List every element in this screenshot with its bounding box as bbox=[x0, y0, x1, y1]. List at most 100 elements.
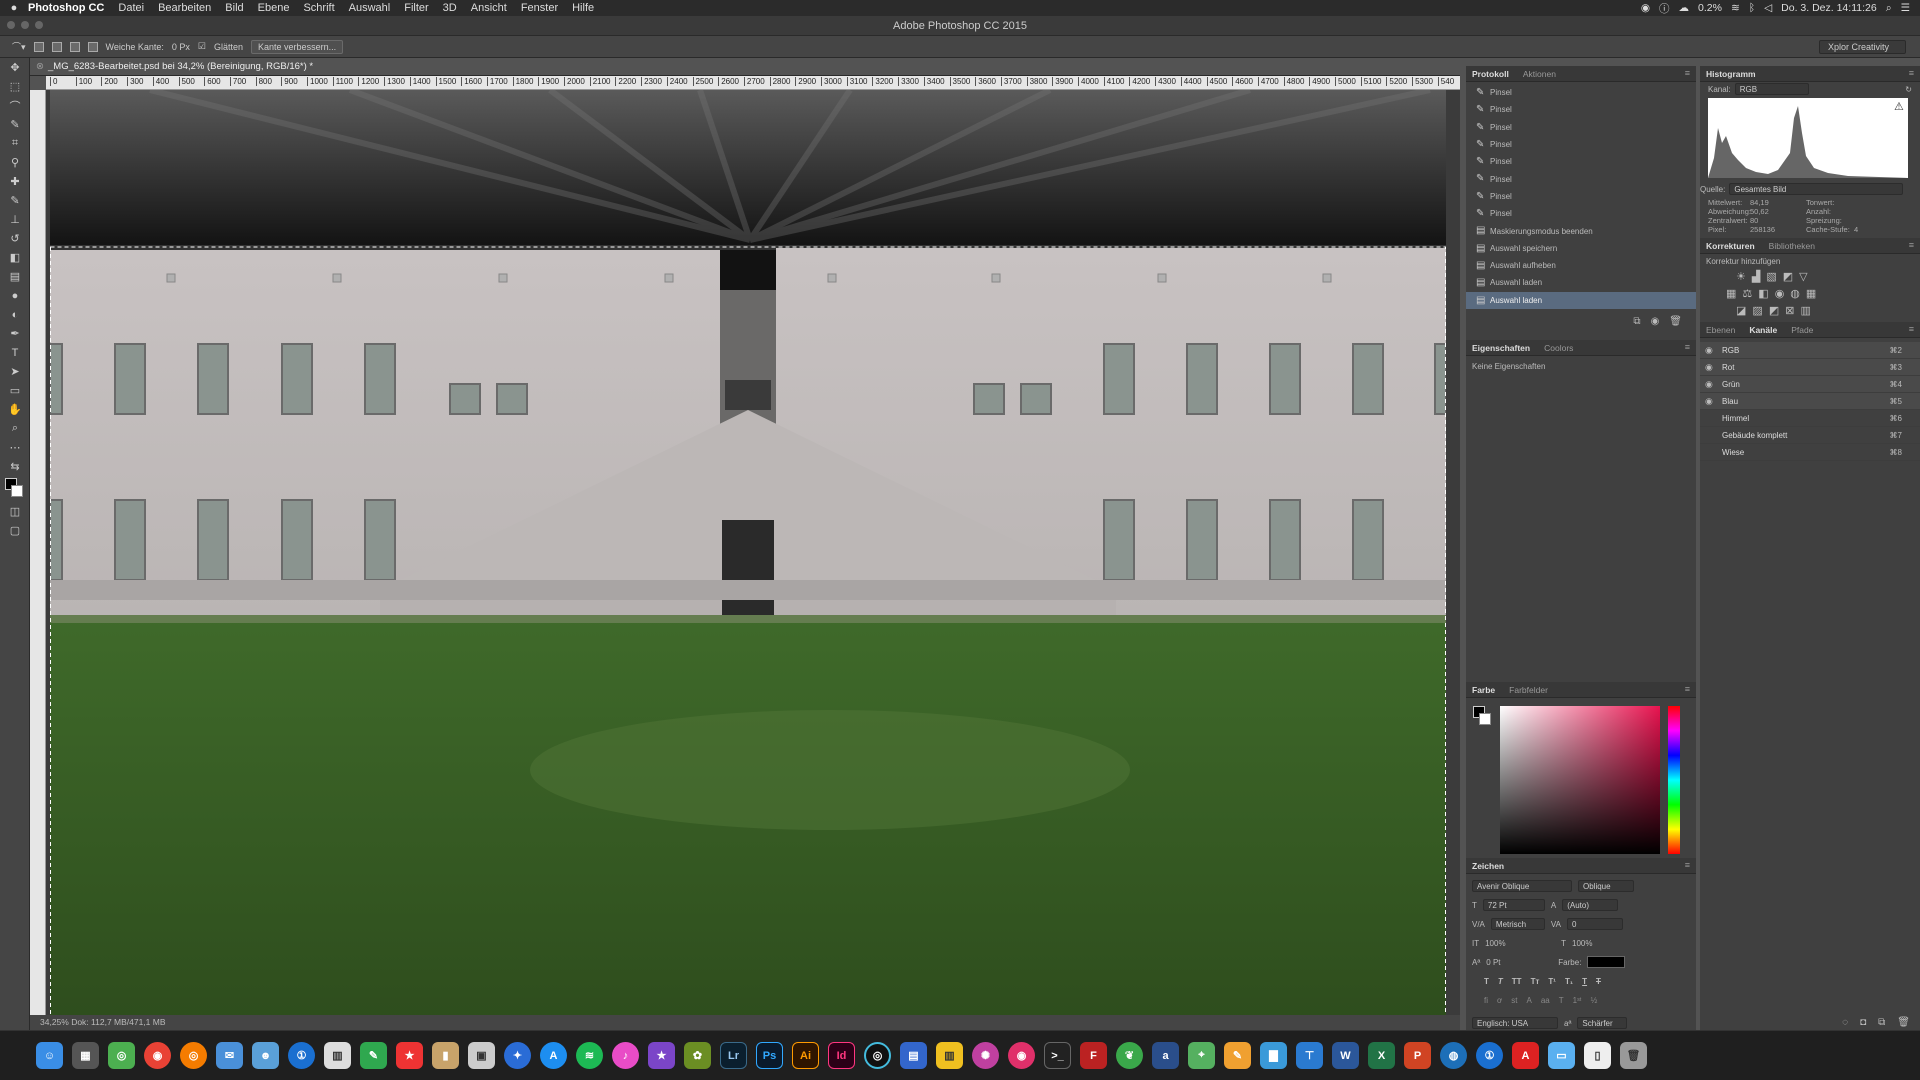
photoshop-icon[interactable]: Ps bbox=[756, 1042, 783, 1069]
kerning-select[interactable]: Metrisch bbox=[1490, 918, 1545, 930]
more-tools-icon[interactable]: ⋯ bbox=[0, 438, 30, 457]
source-select[interactable]: Gesamtes Bild bbox=[1729, 183, 1904, 195]
menu-fenster[interactable]: Fenster bbox=[521, 2, 558, 14]
load-channel-icon[interactable]: ◌ bbox=[1842, 1017, 1848, 1028]
vibrance-icon[interactable]: ▽ bbox=[1799, 270, 1807, 283]
illustrator-icon[interactable]: Ai bbox=[792, 1042, 819, 1069]
app-menu[interactable]: Photoshop CC bbox=[28, 2, 104, 14]
numbers-app-icon[interactable]: ▥ bbox=[936, 1042, 963, 1069]
swash-button[interactable]: st bbox=[1511, 996, 1517, 1005]
charts-icon[interactable]: ▇ bbox=[1260, 1042, 1287, 1069]
tab-kanaele[interactable]: Kanäle bbox=[1749, 325, 1777, 335]
delete-channel-icon[interactable]: 🗑 bbox=[1897, 1017, 1910, 1028]
exposure-icon[interactable]: ◩ bbox=[1783, 270, 1793, 283]
bridge-icon[interactable]: ▤ bbox=[900, 1042, 927, 1069]
photo-filter-icon[interactable]: ◉ bbox=[1775, 287, 1785, 300]
channel-select[interactable]: RGB bbox=[1734, 83, 1809, 95]
ordinal-button[interactable]: 1ˢᵗ bbox=[1573, 996, 1582, 1005]
type-tool-icon[interactable]: T bbox=[0, 343, 30, 362]
menubar-clock[interactable]: Do. 3. Dez. 14:11:26 bbox=[1781, 2, 1877, 14]
launchpad-icon[interactable]: ▦ bbox=[72, 1042, 99, 1069]
all-caps-button[interactable]: TT bbox=[1512, 977, 1522, 986]
menu-ebene[interactable]: Ebene bbox=[258, 2, 290, 14]
levels-icon[interactable]: ▟ bbox=[1752, 270, 1760, 283]
photos-icon[interactable]: ▣ bbox=[468, 1042, 495, 1069]
font-family-select[interactable]: Avenir Oblique bbox=[1472, 880, 1572, 892]
bw-icon[interactable]: ◧ bbox=[1758, 287, 1768, 300]
healing-tool-icon[interactable]: ✚ bbox=[0, 172, 30, 191]
channel-row[interactable]: ◉ Rot ⌘3 bbox=[1700, 359, 1920, 376]
notes-app-icon[interactable]: ▥ bbox=[324, 1042, 351, 1069]
itunes-icon[interactable]: ♪ bbox=[612, 1042, 639, 1069]
fractions-button[interactable]: ½ bbox=[1591, 996, 1598, 1005]
intersect-selection-icon[interactable] bbox=[87, 41, 98, 52]
zoom-window-button[interactable] bbox=[35, 21, 43, 29]
subtract-selection-icon[interactable] bbox=[69, 41, 80, 52]
tab-eigenschaften[interactable]: Eigenschaften bbox=[1472, 343, 1530, 353]
panel-menu-icon[interactable]: ≡ bbox=[1685, 684, 1690, 694]
eyedropper-tool-icon[interactable]: ⚲ bbox=[0, 153, 30, 172]
language-select[interactable]: Englisch: USA bbox=[1472, 1017, 1558, 1029]
word-icon[interactable]: W bbox=[1332, 1042, 1359, 1069]
ligature-button[interactable]: fi bbox=[1484, 996, 1488, 1005]
cloud-icon[interactable]: ☁ bbox=[1679, 2, 1690, 14]
underline-button[interactable]: T bbox=[1582, 977, 1587, 986]
tab-pfade[interactable]: Pfade bbox=[1791, 325, 1813, 335]
tab-coolors[interactable]: Coolors bbox=[1544, 343, 1573, 353]
brush-tool-icon[interactable]: ✎ bbox=[0, 191, 30, 210]
selective-color-icon[interactable]: ⊠ bbox=[1785, 304, 1794, 317]
small-caps-button[interactable]: Tт bbox=[1531, 977, 1540, 986]
evernote-icon[interactable]: ✎ bbox=[360, 1042, 387, 1069]
blur-tool-icon[interactable]: ● bbox=[0, 286, 30, 305]
tab-histogramm[interactable]: Histogramm bbox=[1706, 69, 1756, 79]
pinwheel-icon[interactable]: ✺ bbox=[972, 1042, 999, 1069]
speech-app-icon[interactable]: ◉ bbox=[1008, 1042, 1035, 1069]
add-selection-icon[interactable] bbox=[51, 41, 62, 52]
history-item[interactable]: ▤ Maskierungsmodus beenden bbox=[1466, 222, 1696, 239]
visibility-eye-icon[interactable]: ◉ bbox=[1705, 362, 1713, 373]
save-selection-icon[interactable]: ◘ bbox=[1860, 1017, 1866, 1028]
cpu-readout[interactable]: 0.2% bbox=[1698, 2, 1722, 14]
menu-bearbeiten[interactable]: Bearbeiten bbox=[158, 2, 211, 14]
old-style-button[interactable]: ơ bbox=[1497, 996, 1502, 1005]
move-tool-icon[interactable]: ✥ bbox=[0, 58, 30, 77]
visibility-eye-icon[interactable]: ◉ bbox=[1705, 396, 1713, 407]
posterize-icon[interactable]: ▨ bbox=[1752, 304, 1762, 317]
threshold-icon[interactable]: ◩ bbox=[1769, 304, 1779, 317]
screen-mode-icon[interactable]: ▢ bbox=[0, 521, 30, 540]
volume-icon[interactable]: ◁ bbox=[1764, 2, 1772, 14]
antialias-select[interactable]: Schärfer bbox=[1577, 1017, 1628, 1029]
history-item[interactable]: ✎ Pinsel bbox=[1466, 153, 1696, 170]
history-item[interactable]: ▤ Auswahl laden bbox=[1466, 274, 1696, 291]
keynote-icon[interactable]: ⊤ bbox=[1296, 1042, 1323, 1069]
close-window-button[interactable] bbox=[7, 21, 15, 29]
quick-mask-icon[interactable]: ◫ bbox=[0, 502, 30, 521]
channel-row[interactable]: ◉ Grün ⌘4 bbox=[1700, 376, 1920, 393]
menu-auswahl[interactable]: Auswahl bbox=[349, 2, 391, 14]
subscript-button[interactable]: T₁ bbox=[1565, 977, 1573, 986]
indesign-icon[interactable]: Id bbox=[828, 1042, 855, 1069]
ordinals-button[interactable]: T bbox=[1559, 996, 1564, 1005]
strikethrough-button[interactable]: T bbox=[1596, 977, 1601, 986]
tab-bibliotheken[interactable]: Bibliotheken bbox=[1769, 241, 1815, 251]
curves-icon[interactable]: ▧ bbox=[1766, 270, 1776, 283]
zoom-status[interactable]: 34,25% Dok: 112,7 MB/471,1 MB bbox=[40, 1017, 166, 1027]
apple-icon[interactable]: ● bbox=[0, 2, 28, 14]
finder-icon[interactable]: ☺ bbox=[36, 1042, 63, 1069]
history-item[interactable]: ▤ Auswahl speichern bbox=[1466, 240, 1696, 257]
tab-zeichen[interactable]: Zeichen bbox=[1472, 861, 1504, 871]
maps-icon[interactable]: ◎ bbox=[108, 1042, 135, 1069]
leading-select[interactable]: (Auto) bbox=[1562, 899, 1619, 911]
lightroom-icon[interactable]: Lr bbox=[720, 1042, 747, 1069]
vscale-value[interactable]: 100% bbox=[1485, 939, 1555, 948]
horizontal-ruler[interactable]: 0 100 200 300 400 500 600 700 800 900 1000 1100 1200… bbox=[46, 76, 1460, 90]
shape-tool-icon[interactable]: ▭ bbox=[0, 381, 30, 400]
tab-ebenen[interactable]: Ebenen bbox=[1706, 325, 1735, 335]
pen-tool-icon[interactable]: ✒ bbox=[0, 324, 30, 343]
acrobat-icon[interactable]: A bbox=[1512, 1042, 1539, 1069]
hscale-value[interactable]: 100% bbox=[1572, 939, 1592, 948]
tab-aktionen[interactable]: Aktionen bbox=[1523, 69, 1556, 79]
tab-protokoll[interactable]: Protokoll bbox=[1472, 69, 1509, 79]
chrome-icon[interactable]: ◉ bbox=[144, 1042, 171, 1069]
color-swatches[interactable] bbox=[0, 476, 30, 502]
